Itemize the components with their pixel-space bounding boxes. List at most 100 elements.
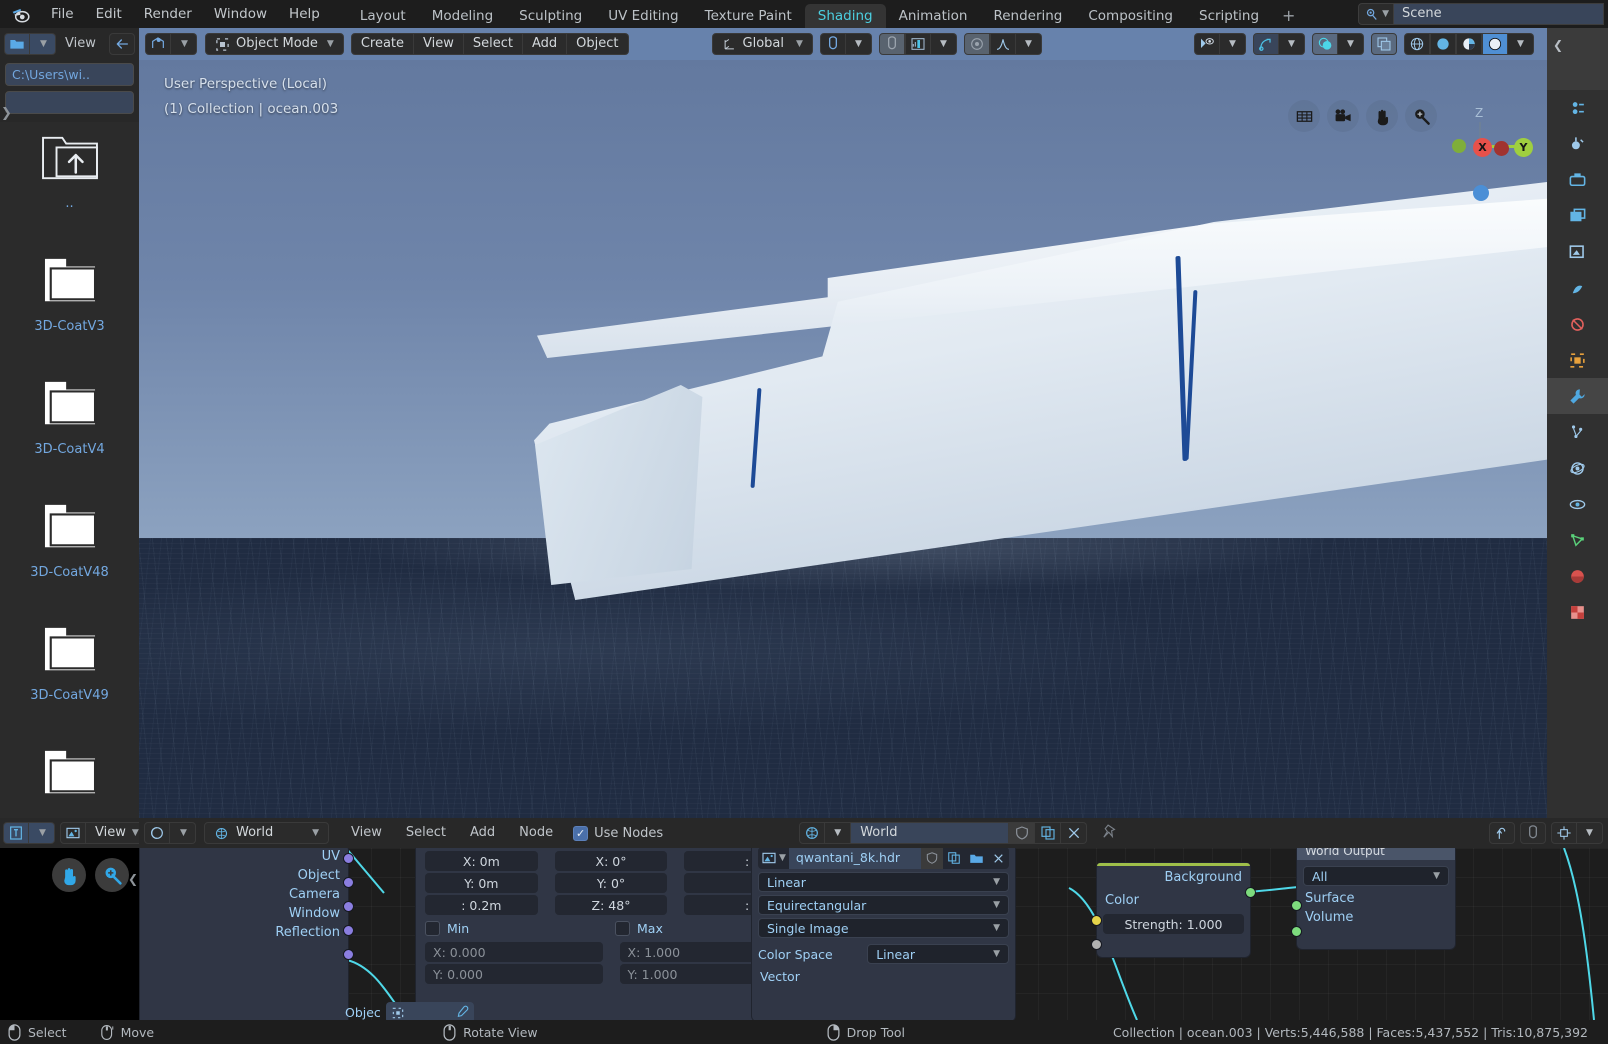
region-toggle-right-icon[interactable]: ❮: [1553, 38, 1563, 52]
properties-tab-output[interactable]: [1547, 162, 1608, 198]
axis-ball-x[interactable]: X: [1473, 138, 1492, 157]
viewport-menu-view[interactable]: View: [414, 33, 464, 55]
envtex-source-select[interactable]: Single Image ▼: [758, 918, 1009, 938]
viewport-menu-create[interactable]: Create: [350, 33, 415, 55]
list-item[interactable]: 3D-CoatV4: [0, 368, 139, 491]
fake-user-shield-icon[interactable]: [1009, 822, 1036, 844]
menu-file[interactable]: File: [40, 0, 85, 28]
mapping-rotation-z[interactable]: Z: 48°: [554, 895, 668, 915]
mapping-min-y[interactable]: Y: 0.000: [425, 964, 603, 984]
overlay-chevron-icon[interactable]: ▼: [1338, 33, 1364, 55]
properties-tab-tool[interactable]: [1547, 90, 1608, 126]
shader-menu-select[interactable]: Select: [394, 818, 458, 848]
texcoord-output-window[interactable]: Window: [140, 904, 348, 923]
file-name-input[interactable]: [5, 91, 134, 114]
axis-ball-neg-z[interactable]: [1473, 185, 1489, 201]
tab-shading[interactable]: Shading: [804, 4, 886, 28]
mapping-min-checkbox[interactable]: [425, 921, 440, 936]
file-browser-list[interactable]: .. 3D-CoatV3 3D-CoatV4 3D-CoatV48 3D-Coa…: [0, 122, 139, 818]
mapping-location-y[interactable]: Y: 0m: [425, 873, 538, 893]
grid-toggle-icon[interactable]: [1288, 100, 1320, 132]
envtex-colorspace-select[interactable]: Linear ▼: [867, 944, 1009, 964]
object-visibility-icon[interactable]: [1194, 33, 1220, 55]
node-mapping[interactable]: Location: Rotation: Scale: X: 0m Y: 0m :…: [345, 848, 807, 1020]
mapping-location-x[interactable]: X: 0m: [425, 851, 538, 871]
pan-view-icon[interactable]: [52, 858, 86, 892]
tab-compositing[interactable]: Compositing: [1075, 4, 1186, 28]
socket-camera[interactable]: [343, 901, 354, 912]
socket-reflection[interactable]: [343, 949, 354, 960]
envtex-image-name[interactable]: qwantani_8k.hdr: [788, 848, 921, 869]
shading-material-icon[interactable]: [1456, 33, 1482, 55]
properties-tab-modifier[interactable]: [1547, 378, 1608, 414]
go-to-parent-node-tree-icon[interactable]: [1489, 822, 1515, 844]
mapping-min-toggle[interactable]: Min: [425, 921, 607, 936]
mapping-rotation-y[interactable]: Y: 0°: [554, 873, 668, 893]
properties-tab-physics-disabled[interactable]: [1547, 306, 1608, 342]
menu-window[interactable]: Window: [203, 0, 278, 28]
visibility-chevron-icon[interactable]: ▼: [1220, 33, 1246, 55]
scene-name-field[interactable]: Scene: [1394, 3, 1604, 25]
transform-orientation-dropdown[interactable]: Global ▼: [711, 33, 813, 55]
socket-uv[interactable]: [343, 853, 354, 864]
node-background[interactable]: Background Color Strength: 1.000: [1091, 862, 1256, 958]
editor-type-image-editor-icon[interactable]: [3, 822, 29, 844]
editor-type-file-browser-icon[interactable]: [4, 33, 30, 55]
background-strength-field[interactable]: Strength: 1.000: [1103, 914, 1244, 934]
use-nodes-checkbox[interactable]: ✓: [573, 825, 589, 841]
node-snap-target-icon[interactable]: [1551, 822, 1577, 844]
list-item[interactable]: [0, 737, 139, 818]
mapping-min-x[interactable]: X: 0.000: [425, 942, 603, 962]
envtex-image-browse-icon[interactable]: ▼: [758, 848, 789, 869]
viewport-menu-select[interactable]: Select: [463, 33, 523, 55]
properties-tab-view-layer[interactable]: [1547, 198, 1608, 234]
properties-tab-particles[interactable]: [1547, 414, 1608, 450]
image-thumb-icon[interactable]: [60, 822, 86, 844]
node-environment-texture[interactable]: ▼ qwantani_8k.hdr Linear ▼ Equirectangul…: [751, 848, 1016, 1020]
snap-chevron-icon[interactable]: ▼: [845, 33, 872, 55]
tab-sculpting[interactable]: Sculpting: [506, 4, 595, 28]
axis-ball-neg-x[interactable]: [1494, 141, 1509, 156]
properties-tab-constraints[interactable]: [1547, 486, 1608, 522]
axis-ball-neg-y[interactable]: [1452, 139, 1466, 153]
socket-object[interactable]: [343, 877, 354, 888]
mapping-location-z[interactable]: : 0.2m: [425, 895, 538, 915]
file-browser-view-menu[interactable]: View: [56, 29, 105, 59]
menu-render[interactable]: Render: [133, 0, 203, 28]
menu-edit[interactable]: Edit: [85, 0, 133, 28]
region-toggle-left-icon[interactable]: ❯: [1, 106, 12, 121]
properties-tab-world[interactable]: [1547, 270, 1608, 306]
envtex-open-folder-icon[interactable]: [965, 848, 987, 869]
shader-menu-view[interactable]: View: [339, 818, 394, 848]
socket-volume-in[interactable]: [1291, 926, 1302, 937]
properties-tab-scene[interactable]: [1547, 234, 1608, 270]
unlink-world-close-icon[interactable]: [1061, 822, 1088, 844]
list-item[interactable]: 3D-CoatV3: [0, 245, 139, 368]
texcoord-output-camera[interactable]: Camera: [140, 885, 348, 904]
editor-type-chevron-icon[interactable]: ▼: [170, 822, 196, 844]
envtex-fake-user-shield-icon[interactable]: [921, 848, 943, 869]
shader-menu-add[interactable]: Add: [458, 818, 507, 848]
tab-uv-editing[interactable]: UV Editing: [595, 4, 691, 28]
background-color-label[interactable]: Color: [1097, 887, 1250, 910]
editor-type-3d-viewport-icon[interactable]: [145, 33, 171, 55]
socket-strength-in[interactable]: [1091, 939, 1102, 950]
scene-browse-icon[interactable]: ▼: [1358, 3, 1394, 25]
editor-type-chevron-icon[interactable]: ▼: [29, 822, 55, 844]
new-world-copy-icon[interactable]: [1035, 822, 1062, 844]
snap-target-chevron-icon[interactable]: ▼: [930, 33, 957, 55]
tab-modeling[interactable]: Modeling: [419, 4, 506, 28]
shader-menu-node[interactable]: Node: [507, 818, 565, 848]
shader-node-canvas[interactable]: World UV Object Camera Window Reflection…: [139, 848, 1608, 1020]
list-item[interactable]: 3D-CoatV49: [0, 614, 139, 737]
properties-tab-physics[interactable]: [1547, 450, 1608, 486]
shader-type-dropdown[interactable]: World ▼: [204, 822, 329, 844]
mapping-rotation-x[interactable]: X: 0°: [554, 851, 668, 871]
viewport-menu-object[interactable]: Object: [567, 33, 629, 55]
properties-tab-texture[interactable]: [1547, 594, 1608, 630]
node-texture-coordinate[interactable]: World UV Object Camera Window Reflection: [139, 848, 354, 1020]
socket-background-out[interactable]: [1245, 887, 1256, 898]
file-browser-back-button[interactable]: [109, 33, 135, 55]
mapping-object-field[interactable]: [385, 1002, 474, 1020]
pin-icon[interactable]: [1101, 823, 1118, 844]
